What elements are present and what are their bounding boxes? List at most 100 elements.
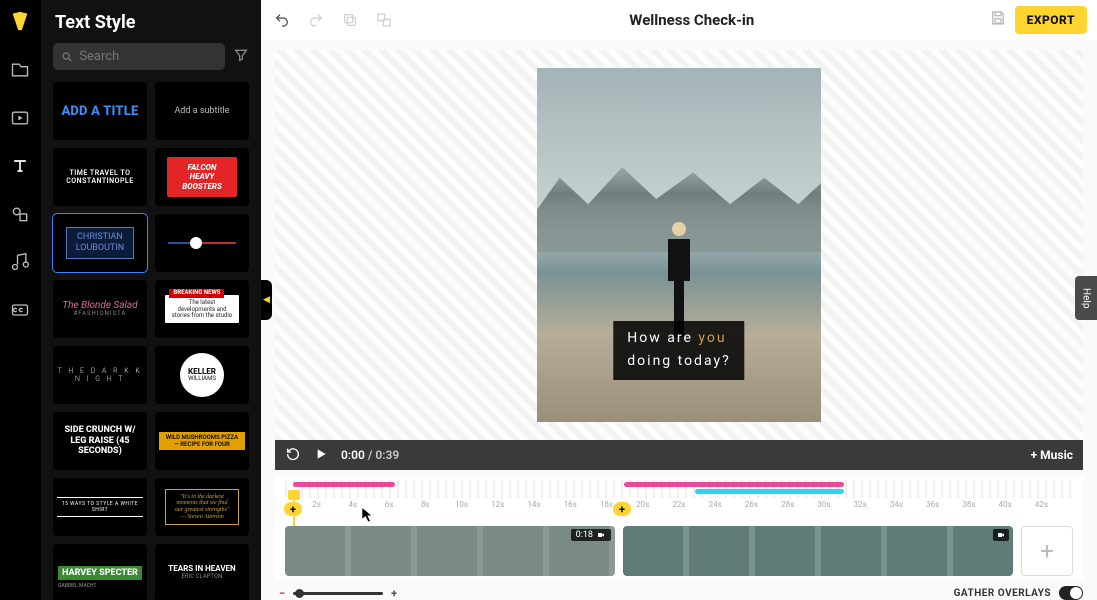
chevron-left-icon: ◀ (263, 295, 270, 305)
add-music-button[interactable]: + Music (1031, 448, 1073, 462)
clip-2[interactable] (623, 526, 1013, 576)
clip-duration-badge: 0:18 (571, 529, 611, 541)
video-icon (996, 531, 1006, 539)
rewind-button[interactable] (285, 446, 301, 465)
ruler-tick: 16s (564, 500, 577, 509)
undo-button[interactable] (271, 9, 293, 31)
style-time-travel[interactable]: TIME TRAVEL TO CONSTANTINOPLE (53, 148, 147, 206)
ruler-tick: 30s (817, 500, 830, 509)
save-button[interactable] (989, 9, 1007, 31)
style-tears[interactable]: TEARS IN HEAVENERIC CLAPTON (155, 544, 249, 600)
play-button[interactable] (313, 446, 329, 465)
add-marker-button[interactable]: + (284, 502, 302, 516)
ruler-tick: 12s (491, 500, 504, 509)
add-marker-button[interactable]: + (613, 502, 631, 516)
ruler-tick: 40s (999, 500, 1012, 509)
preview-canvas[interactable]: How are you doing today? (275, 50, 1083, 440)
clip-type-badge (993, 529, 1009, 541)
ruler-tick: 4s (348, 500, 357, 509)
zoom-out-button[interactable]: − (279, 587, 285, 600)
ruler-tick: 20s (636, 500, 649, 509)
style-louboutin[interactable]: CHRISTIANLOUBOUTIN (53, 214, 147, 272)
gather-overlays-control: GATHER OVERLAYS (954, 586, 1083, 600)
ruler-tick: 34s (890, 500, 903, 509)
zoom-slider-knob[interactable] (295, 589, 304, 598)
ruler-tick: 22s (672, 500, 685, 509)
style-wild-mushrooms[interactable]: WILD MUSHROOMS PIZZA — RECIPE FOR FOUR (155, 412, 249, 470)
ruler-tick: 8s (421, 500, 430, 509)
ruler-tick: 32s (854, 500, 867, 509)
layers-icon (376, 12, 392, 28)
rewind-icon (285, 446, 301, 462)
timeline-footer: − + GATHER OVERLAYS (275, 586, 1083, 600)
search-box[interactable] (53, 43, 225, 70)
style-breaking-news[interactable]: The latest developments and stories from… (155, 280, 249, 338)
overlay-bar[interactable] (624, 482, 845, 487)
ruler-tick: 2s (312, 500, 321, 509)
ruler-tick: 42s (1035, 500, 1048, 509)
ruler-tick: 38s (962, 500, 975, 509)
shapes-tab-icon[interactable] (6, 200, 34, 228)
style-quote[interactable]: "It's in the darkest moments that we fin… (155, 478, 249, 536)
style-harvey[interactable]: HARVEY SPECTERGABRIEL MACHT (53, 544, 147, 600)
zoom-in-button[interactable]: + (391, 587, 397, 600)
save-icon (989, 9, 1007, 27)
gather-overlays-label: GATHER OVERLAYS (954, 588, 1051, 599)
panel-collapse-handle[interactable]: ◀ (261, 280, 272, 320)
panel-title: Text Style (41, 0, 261, 43)
overlay-track[interactable] (285, 480, 1073, 498)
clip-track: 0:18 + (285, 526, 1073, 576)
audio-tab-icon[interactable] (6, 248, 34, 276)
style-keller[interactable]: KELLERWILLIAMS (155, 346, 249, 404)
style-dark-knight[interactable]: T H E D A R K K N I G H T (53, 346, 147, 404)
redo-button[interactable] (305, 9, 327, 31)
zoom-slider[interactable] (293, 592, 383, 595)
left-icon-rail (0, 0, 41, 600)
style-side-crunch[interactable]: SIDE CRUNCH W/ LEG RAISE (45 SECONDS) (53, 412, 147, 470)
main-area: Wellness Check-in EXPORT How are you doi… (261, 0, 1097, 600)
style-blonde-salad[interactable]: The Blonde Salad#FASHIONISTA (53, 280, 147, 338)
app-logo (9, 10, 31, 36)
style-white-shirt[interactable]: 15 WAYS TO STYLE A WHITE SHIRT (53, 478, 147, 536)
ruler-tick: 14s (527, 500, 540, 509)
clip-1[interactable]: 0:18 (285, 526, 615, 576)
time-display: 0:00 / 0:39 (341, 448, 399, 462)
help-tab[interactable]: Help (1075, 276, 1097, 320)
undo-icon (274, 12, 290, 28)
style-add-title[interactable]: ADD A TITLE (53, 82, 147, 140)
style-slider[interactable] (155, 214, 249, 272)
ruler-tick: 26s (745, 500, 758, 509)
ruler-tick: 28s (781, 500, 794, 509)
caption-overlay[interactable]: How are you doing today? (613, 321, 744, 380)
search-input[interactable] (79, 49, 217, 64)
zoom-control: − + (279, 587, 397, 600)
ruler-tick: 10s (455, 500, 468, 509)
text-style-panel: Text Style ADD A TITLE Add a subtitle TI… (41, 0, 261, 600)
text-styles-grid: ADD A TITLE Add a subtitle TIME TRAVEL T… (41, 70, 261, 600)
ruler-tick: 6s (385, 500, 394, 509)
templates-tab-icon[interactable] (6, 104, 34, 132)
duplicate-button[interactable] (339, 9, 361, 31)
ruler-tick: 18s (600, 500, 613, 509)
playbar: 0:00 / 0:39 + Music (275, 440, 1083, 470)
layer-button[interactable] (373, 9, 395, 31)
style-add-subtitle[interactable]: Add a subtitle (155, 82, 249, 140)
gather-overlays-toggle[interactable] (1059, 586, 1083, 600)
media-tab-icon[interactable] (6, 56, 34, 84)
text-tab-icon[interactable] (6, 152, 34, 180)
captions-tab-icon[interactable] (6, 296, 34, 324)
play-icon (313, 446, 329, 462)
overlay-bar[interactable] (695, 489, 845, 494)
ruler-tick: 24s (709, 500, 722, 509)
topbar: Wellness Check-in EXPORT (261, 0, 1097, 40)
redo-icon (308, 12, 324, 28)
time-ruler[interactable]: 2s 4s 6s 8s 10s 12s 14s 16s 18s 20s 22s 24s 26s 28s 30… (285, 500, 1073, 522)
video-icon (596, 531, 606, 539)
add-clip-button[interactable]: + (1021, 526, 1073, 576)
filter-icon (233, 47, 249, 63)
style-falcon[interactable]: FALCON HEAVY BOOSTERS (155, 148, 249, 206)
overlay-bar[interactable] (293, 482, 395, 487)
export-button[interactable]: EXPORT (1015, 6, 1087, 34)
filter-button[interactable] (233, 47, 249, 67)
project-title[interactable]: Wellness Check-in (395, 11, 989, 29)
